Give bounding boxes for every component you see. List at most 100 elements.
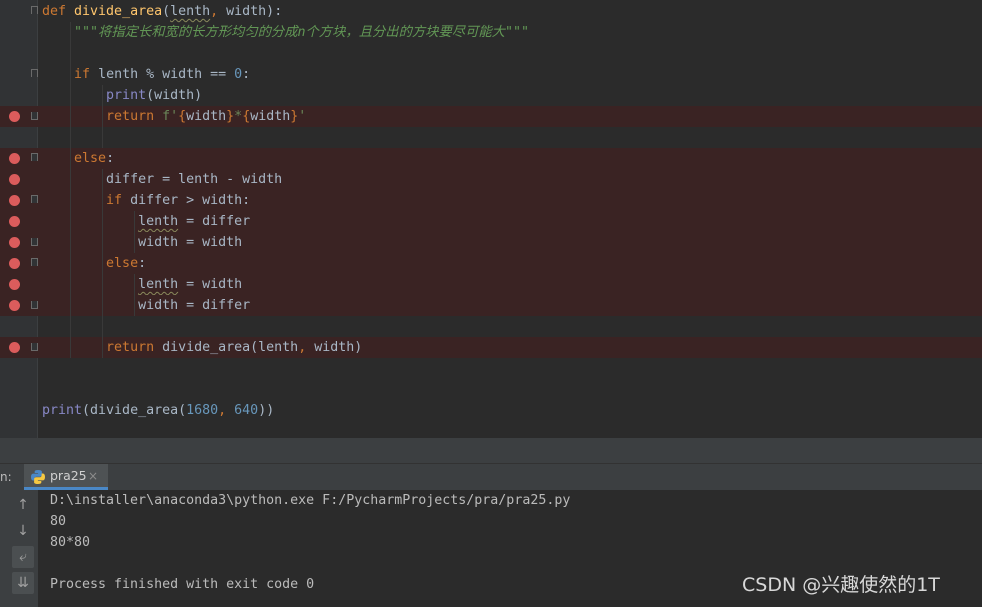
run-tool-window-header: n: pra25 × [0,463,982,490]
code-line[interactable]: if lenth % width == 0: [0,64,982,85]
code-text: print(width) [42,85,202,106]
run-tab-label: pra25 [50,468,87,483]
code-line[interactable]: else: [0,253,982,274]
code-token: (width) [146,88,203,103]
code-token: lenth % width == [98,67,235,82]
code-token: f' [162,109,179,124]
code-token: = width [178,277,243,292]
fold-marker-icon[interactable] [31,112,38,120]
fold-marker-icon[interactable] [31,6,38,14]
fold-marker-icon[interactable] [31,301,38,309]
code-token: width) [314,340,363,355]
code-token: differ > width: [130,193,251,208]
fold-marker-icon[interactable] [31,258,38,266]
code-token: width = differ [138,298,251,313]
code-line[interactable]: print(width) [0,85,982,106]
breakpoint-icon[interactable] [9,216,20,227]
code-line[interactable]: """将指定长和宽的长方形均匀的分成n个方块，且分出的方块要尽可能大""" [0,22,982,43]
code-line[interactable]: def divide_area(lenth, width): [0,1,982,22]
code-line[interactable]: lenth = differ [0,211,982,232]
code-line[interactable]: return f'{width}*{width}' [0,106,982,127]
console-line-command: D:\installer\anaconda3\python.exe F:/Pyc… [50,493,571,508]
code-line[interactable] [0,43,982,64]
code-line[interactable]: lenth = width [0,274,982,295]
breakpoint-icon[interactable] [9,153,20,164]
code-line[interactable]: differ = lenth - width [0,169,982,190]
close-icon[interactable]: × [88,464,98,488]
code-token: width [186,109,227,124]
code-token: : [138,256,147,271]
code-token: divide_area [74,4,163,19]
code-token: } [226,109,235,124]
code-token: print [42,403,83,418]
breakpoint-icon[interactable] [9,258,20,269]
code-text: width = width [42,232,242,253]
code-token: (divide_area( [82,403,187,418]
indent-guide [102,316,103,337]
watermark: CSDN @兴趣使然的1T [742,574,940,596]
code-token: return [106,109,163,124]
code-line[interactable]: width = differ [0,295,982,316]
code-token: lenth [138,277,179,292]
breakpoint-icon[interactable] [9,342,20,353]
code-token: print [106,88,147,103]
breakpoint-icon[interactable] [9,174,20,185]
code-line[interactable]: print(divide_area(1680, 640)) [0,400,982,421]
panel-divider[interactable] [0,438,982,463]
fold-marker-icon[interactable] [31,153,38,161]
code-line[interactable]: if differ > width: [0,190,982,211]
code-token: if [74,67,99,82]
code-text: def divide_area(lenth, width): [42,1,282,22]
breakpoint-icon[interactable] [9,279,20,290]
code-text: return divide_area(lenth, width) [42,337,362,358]
scroll-to-end-icon[interactable]: ⇊ [12,572,34,594]
breakpoint-icon[interactable] [9,237,20,248]
code-token: : [106,151,115,166]
code-line[interactable]: else: [0,148,982,169]
indent-guide [70,316,71,337]
fold-marker-icon[interactable] [31,343,38,351]
run-label: n: [0,470,12,484]
code-line[interactable]: return divide_area(lenth, width) [0,337,982,358]
code-text: width = differ [42,295,250,316]
code-line[interactable] [0,379,982,400]
run-tab-pra25[interactable]: pra25 × [24,464,108,490]
code-text: """将指定长和宽的长方形均匀的分成n个方块，且分出的方块要尽可能大""" [42,22,529,43]
code-token: """将指定长和宽的长方形均匀的分成n个方块，且分出的方块要尽可能大""" [74,25,529,40]
fold-marker-icon[interactable] [31,195,38,203]
arrow-down-icon[interactable]: ↓ [12,520,34,542]
code-token: 1680 [186,403,219,418]
code-token: width = width [138,235,243,250]
fold-marker-icon[interactable] [31,238,38,246]
code-text: lenth = width [42,274,242,295]
breakpoint-icon[interactable] [9,111,20,122]
code-line[interactable] [0,127,982,148]
breakpoint-icon[interactable] [9,195,20,206]
code-text: lenth = differ [42,211,250,232]
code-token: ' [298,109,307,124]
code-token: 640 [234,403,259,418]
python-icon [31,470,45,484]
code-text: else: [42,148,114,169]
code-editor[interactable]: def divide_area(lenth, width): """将指定长和宽… [0,0,982,438]
console-line-output: 80*80 [50,535,91,550]
soft-wrap-icon[interactable]: ⤶ [12,546,34,568]
indent-guide [70,43,71,64]
code-line[interactable] [0,358,982,379]
code-token: lenth [170,4,211,19]
code-line[interactable] [0,316,982,337]
arrow-up-icon[interactable]: ↑ [12,494,34,516]
breakpoint-icon[interactable] [9,300,20,311]
fold-marker-icon[interactable] [31,69,38,77]
code-line[interactable]: width = width [0,232,982,253]
